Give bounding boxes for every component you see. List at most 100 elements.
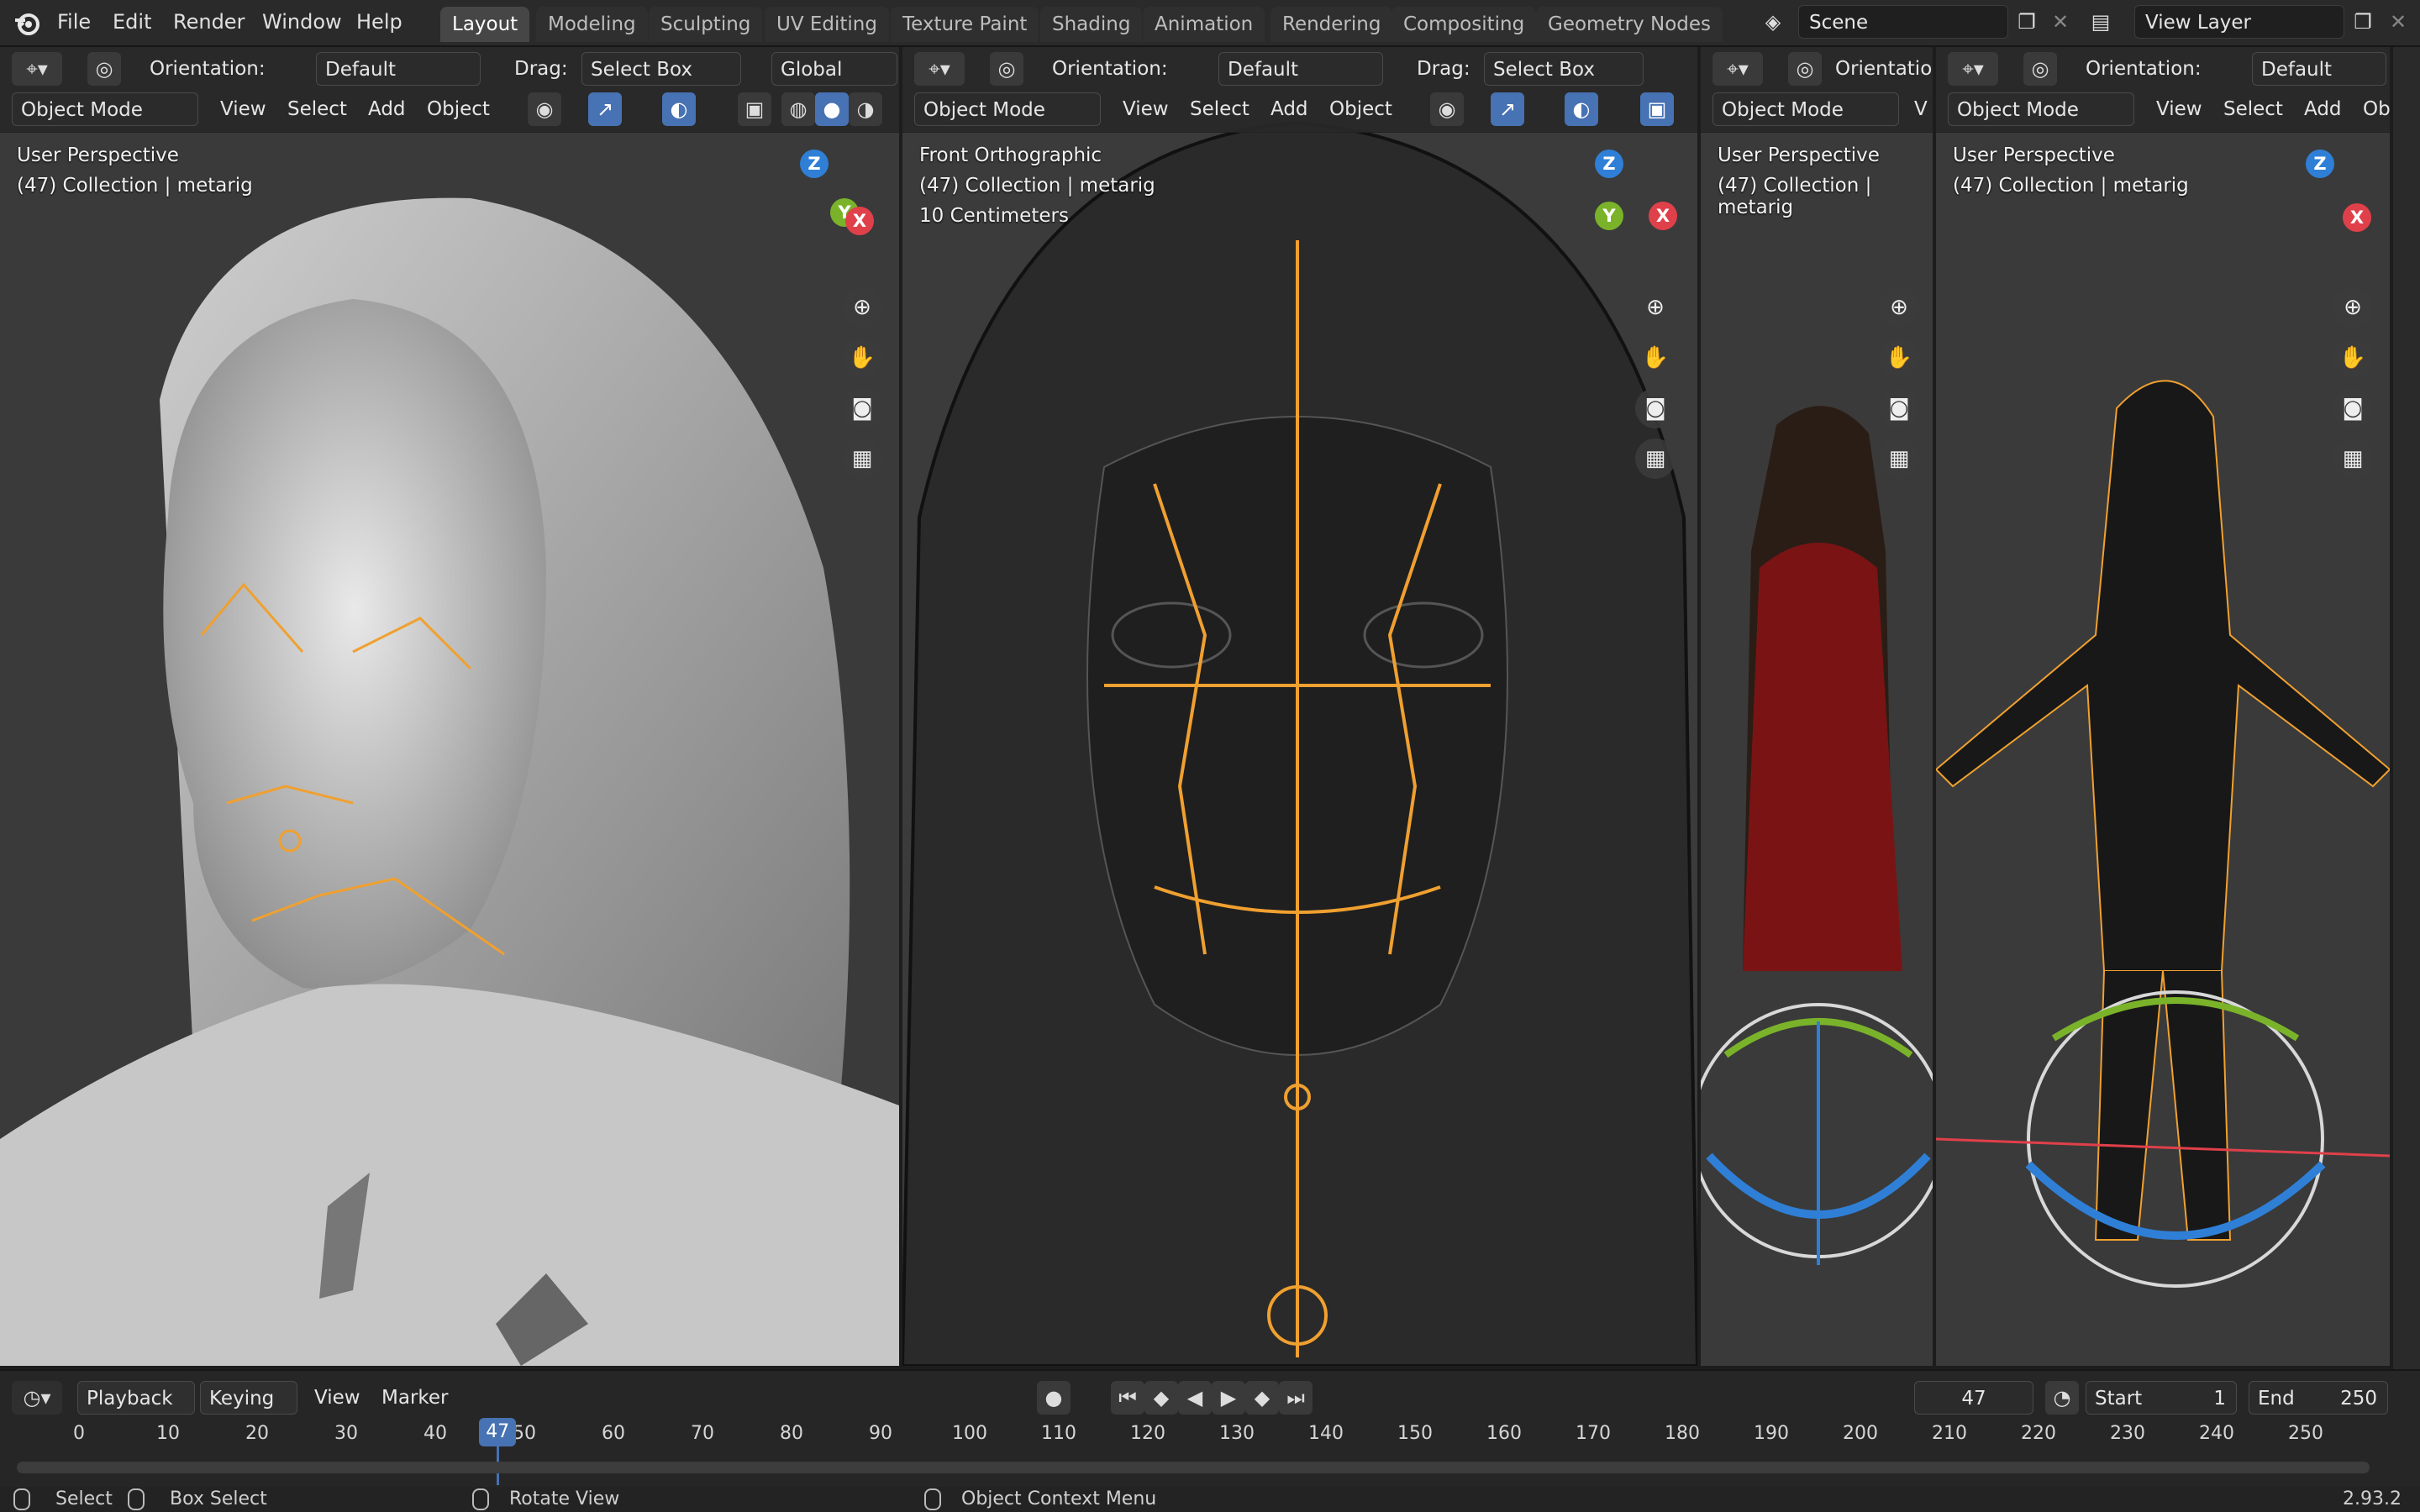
hand-icon[interactable]: ✋	[842, 338, 882, 378]
timeline-ruler[interactable]: 0 10 20 30 40 50 60 70 80 90 100 110 120 130 140 150 160…	[0, 1418, 2386, 1485]
end-frame-field[interactable]: End 250	[2249, 1381, 2388, 1415]
xray-icon[interactable]: ▣	[738, 92, 771, 126]
timeline-scrollbar[interactable]	[17, 1462, 2370, 1473]
play-reverse-icon[interactable]: ◀	[1178, 1381, 1212, 1415]
transform-pivot-icon[interactable]: ◎	[87, 52, 121, 86]
menu-view[interactable]: View	[2156, 92, 2202, 126]
z-axis-gizmo[interactable]: Z	[800, 150, 829, 178]
record-icon[interactable]: ●	[1037, 1381, 1071, 1415]
tab-uv-editing[interactable]: UV Editing	[765, 7, 889, 42]
scene-icon[interactable]: ◈	[1756, 5, 1790, 39]
hand-icon[interactable]: ✋	[1879, 338, 1919, 378]
gizmo-icon[interactable]: ↗	[588, 92, 622, 126]
visibility-icon[interactable]: ◉	[1430, 92, 1464, 126]
camera-icon[interactable]: ◙	[1635, 388, 1676, 428]
blender-logo-icon[interactable]	[12, 8, 42, 39]
start-frame-field[interactable]: Start 1	[2086, 1381, 2237, 1415]
tool-settings-icon[interactable]: ⌖▾	[1712, 52, 1763, 86]
tab-layout[interactable]: Layout	[440, 7, 530, 42]
view-layer-field[interactable]: View Layer	[2134, 5, 2344, 39]
hand-icon[interactable]: ✋	[1635, 338, 1676, 378]
xray-icon[interactable]: ▣	[1640, 92, 1674, 126]
drag-dropdown[interactable]: Select Box	[1484, 52, 1644, 86]
menu-help[interactable]: Help	[348, 7, 411, 37]
orientation-dropdown[interactable]: Default	[2252, 52, 2386, 86]
tab-shading[interactable]: Shading	[1040, 7, 1143, 42]
material-shading-icon[interactable]: ◑	[849, 92, 882, 126]
camera-icon[interactable]: ◙	[2333, 388, 2373, 428]
menu-file[interactable]: File	[49, 7, 99, 37]
menu-select[interactable]: Select	[287, 92, 347, 126]
transform-pivot-icon[interactable]: ◎	[1788, 52, 1822, 86]
scene-field[interactable]: Scene	[1798, 5, 2008, 39]
menu-object[interactable]: Ob	[2363, 92, 2390, 126]
viewport-user-perspective-3[interactable]: ⌖▾ ◎ Orientation: Object Mode V User Per…	[1701, 47, 1933, 1366]
x-axis-gizmo[interactable]: X	[2343, 203, 2371, 232]
menu-object[interactable]: Object	[1329, 92, 1392, 126]
orientation-dropdown[interactable]: Default	[1218, 52, 1383, 86]
grid-icon[interactable]: ▦	[2333, 438, 2373, 479]
viewport-user-perspective[interactable]: ⌖▾ ◎ Orientation: Default Drag: Select B…	[0, 47, 899, 1366]
mode-dropdown[interactable]: Object Mode	[914, 92, 1101, 126]
tool-settings-icon[interactable]: ⌖▾	[1948, 52, 1998, 86]
z-axis-gizmo[interactable]: Z	[2306, 150, 2334, 178]
view-layer-icon[interactable]: ▤	[2084, 5, 2118, 39]
zoom-icon[interactable]: ⊕	[1635, 287, 1676, 328]
menu-render[interactable]: Render	[165, 7, 253, 37]
tab-compositing[interactable]: Compositing	[1392, 7, 1537, 42]
viewport-user-perspective-4[interactable]: ⌖▾ ◎ Orientation: Default Object Mode Vi…	[1936, 47, 2390, 1366]
menu-object[interactable]: Object	[427, 92, 490, 126]
editor-type-icon[interactable]: ◷▾	[12, 1381, 62, 1415]
menu-window[interactable]: Window	[254, 7, 350, 37]
gizmo-icon[interactable]: ↗	[1491, 92, 1524, 126]
menu-view[interactable]: V	[1914, 92, 1928, 126]
x-axis-gizmo[interactable]: X	[1649, 202, 1677, 230]
viewport-front-ortho[interactable]: ⌖▾ ◎ Orientation: Default Drag: Select B…	[902, 47, 1697, 1366]
wireframe-shading-icon[interactable]: ◍	[781, 92, 815, 126]
drag-dropdown[interactable]: Select Box	[581, 52, 741, 86]
mode-dropdown[interactable]: Object Mode	[1712, 92, 1899, 126]
visibility-icon[interactable]: ◉	[528, 92, 561, 126]
tab-texture-paint[interactable]: Texture Paint	[891, 7, 1039, 42]
zoom-icon[interactable]: ⊕	[2333, 287, 2373, 328]
menu-select[interactable]: Select	[1190, 92, 1249, 126]
mode-dropdown[interactable]: Object Mode	[1948, 92, 2134, 126]
transform-pivot-icon[interactable]: ◎	[990, 52, 1023, 86]
overlay-icon[interactable]: ◐	[1565, 92, 1598, 126]
tab-rendering[interactable]: Rendering	[1270, 7, 1393, 42]
grid-icon[interactable]: ▦	[1635, 438, 1676, 479]
x-axis-gizmo[interactable]: X	[845, 207, 874, 235]
jump-start-icon[interactable]: ⏮	[1111, 1381, 1144, 1415]
current-frame-indicator[interactable]: 47	[479, 1418, 517, 1446]
menu-add[interactable]: Add	[368, 92, 406, 126]
new-layer-icon[interactable]: ❐	[2346, 5, 2380, 39]
menu-add[interactable]: Add	[2304, 92, 2342, 126]
tab-modeling[interactable]: Modeling	[536, 7, 648, 42]
menu-add[interactable]: Add	[1270, 92, 1308, 126]
overlay-icon[interactable]: ◐	[662, 92, 696, 126]
current-frame-field[interactable]: 47	[1914, 1381, 2033, 1415]
orientation-dropdown[interactable]: Default	[316, 52, 481, 86]
transform-pivot-icon[interactable]: ◎	[2023, 52, 2057, 86]
z-axis-gizmo[interactable]: Z	[1595, 150, 1623, 178]
tab-sculpting[interactable]: Sculpting	[649, 7, 763, 42]
timeline-view-menu[interactable]: View	[314, 1381, 360, 1415]
keying-menu[interactable]: Keying	[200, 1381, 297, 1415]
menu-edit[interactable]: Edit	[104, 7, 160, 37]
tool-settings-icon[interactable]: ⌖▾	[914, 52, 965, 86]
tool-settings-icon[interactable]: ⌖▾	[12, 52, 62, 86]
tab-geometry-nodes[interactable]: Geometry Nodes	[1536, 7, 1723, 42]
zoom-icon[interactable]: ⊕	[1879, 287, 1919, 328]
menu-view[interactable]: View	[1123, 92, 1169, 126]
stopwatch-icon[interactable]: ◔	[2045, 1381, 2079, 1415]
mode-dropdown[interactable]: Object Mode	[12, 92, 198, 126]
menu-select[interactable]: Select	[2223, 92, 2283, 126]
zoom-icon[interactable]: ⊕	[842, 287, 882, 328]
solid-shading-icon[interactable]: ●	[815, 92, 849, 126]
grid-icon[interactable]: ▦	[842, 438, 882, 479]
marker-menu[interactable]: Marker	[381, 1381, 449, 1415]
jump-end-icon[interactable]: ⏭	[1279, 1381, 1313, 1415]
camera-icon[interactable]: ◙	[1879, 388, 1919, 428]
next-keyframe-icon[interactable]: ◆	[1245, 1381, 1279, 1415]
hand-icon[interactable]: ✋	[2333, 338, 2373, 378]
